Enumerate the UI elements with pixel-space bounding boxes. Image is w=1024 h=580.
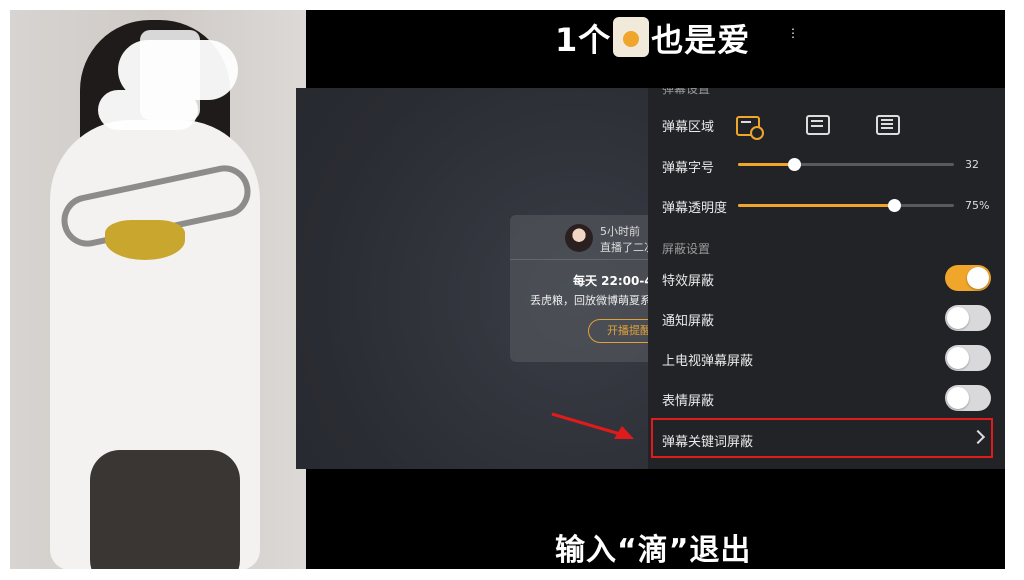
top-caption: 1个 也是爱 <box>555 12 750 68</box>
keyword-block-label: 弹幕关键词屏蔽 <box>662 435 754 450</box>
opacity-slider-knob[interactable] <box>887 199 901 212</box>
area-half-icon[interactable] <box>806 115 830 135</box>
toggle-label-notify: 通知屏蔽 <box>662 314 715 329</box>
font-size-value: 32 <box>965 158 979 171</box>
area-label: 弹幕区域 <box>662 120 715 135</box>
tv-danmaku-block-toggle[interactable] <box>945 345 991 371</box>
area-top-icon[interactable] <box>736 116 764 140</box>
bottom-caption: 输入“滴”退出 <box>555 533 752 568</box>
red-arrow-annotation <box>551 412 634 439</box>
opacity-slider-fill <box>738 204 894 207</box>
block-section-title: 屏蔽设置 <box>662 242 711 256</box>
effects-block-toggle[interactable] <box>945 265 991 291</box>
top-caption-prefix: 1个 <box>555 21 612 59</box>
toggle-label-effects: 特效屏蔽 <box>662 274 715 289</box>
keyword-block-row[interactable]: 弹幕关键词屏蔽 <box>651 418 993 458</box>
font-size-label: 弹幕字号 <box>662 161 715 176</box>
toggle-label-emoji: 表情屏蔽 <box>662 394 715 409</box>
stream-description: 丢虎粮，回放微博萌夏系 <box>530 294 651 307</box>
notification-time: 5小时前 <box>600 225 640 238</box>
toggle-label-tv: 上电视弹幕屏蔽 <box>662 354 754 369</box>
emoji-block-toggle[interactable] <box>945 385 991 411</box>
danmaku-settings-panel: 弹幕设置 弹幕区域 弹幕字号 32 弹幕透明度 75% 屏蔽设置 特效屏蔽 通知… <box>648 88 1005 469</box>
more-dots-icon: ⋮ <box>787 26 799 40</box>
opacity-label: 弹幕透明度 <box>662 201 728 216</box>
notify-block-toggle[interactable] <box>945 305 991 331</box>
notification-live-text: 直播了二次 <box>600 241 655 254</box>
opacity-value: 75% <box>965 199 990 212</box>
font-size-slider-knob[interactable] <box>788 158 802 171</box>
chevron-right-icon <box>970 429 986 445</box>
font-size-slider[interactable] <box>738 158 954 171</box>
font-size-slider-fill <box>738 163 795 166</box>
area-full-icon[interactable] <box>876 115 900 135</box>
streamer-avatar <box>565 224 593 252</box>
opacity-slider[interactable] <box>738 199 954 212</box>
snack-bag-icon <box>613 17 650 57</box>
panel-cut-title: 弹幕设置 <box>662 88 711 96</box>
side-photo <box>10 10 306 569</box>
top-caption-suffix: 也是爱 <box>651 21 751 59</box>
